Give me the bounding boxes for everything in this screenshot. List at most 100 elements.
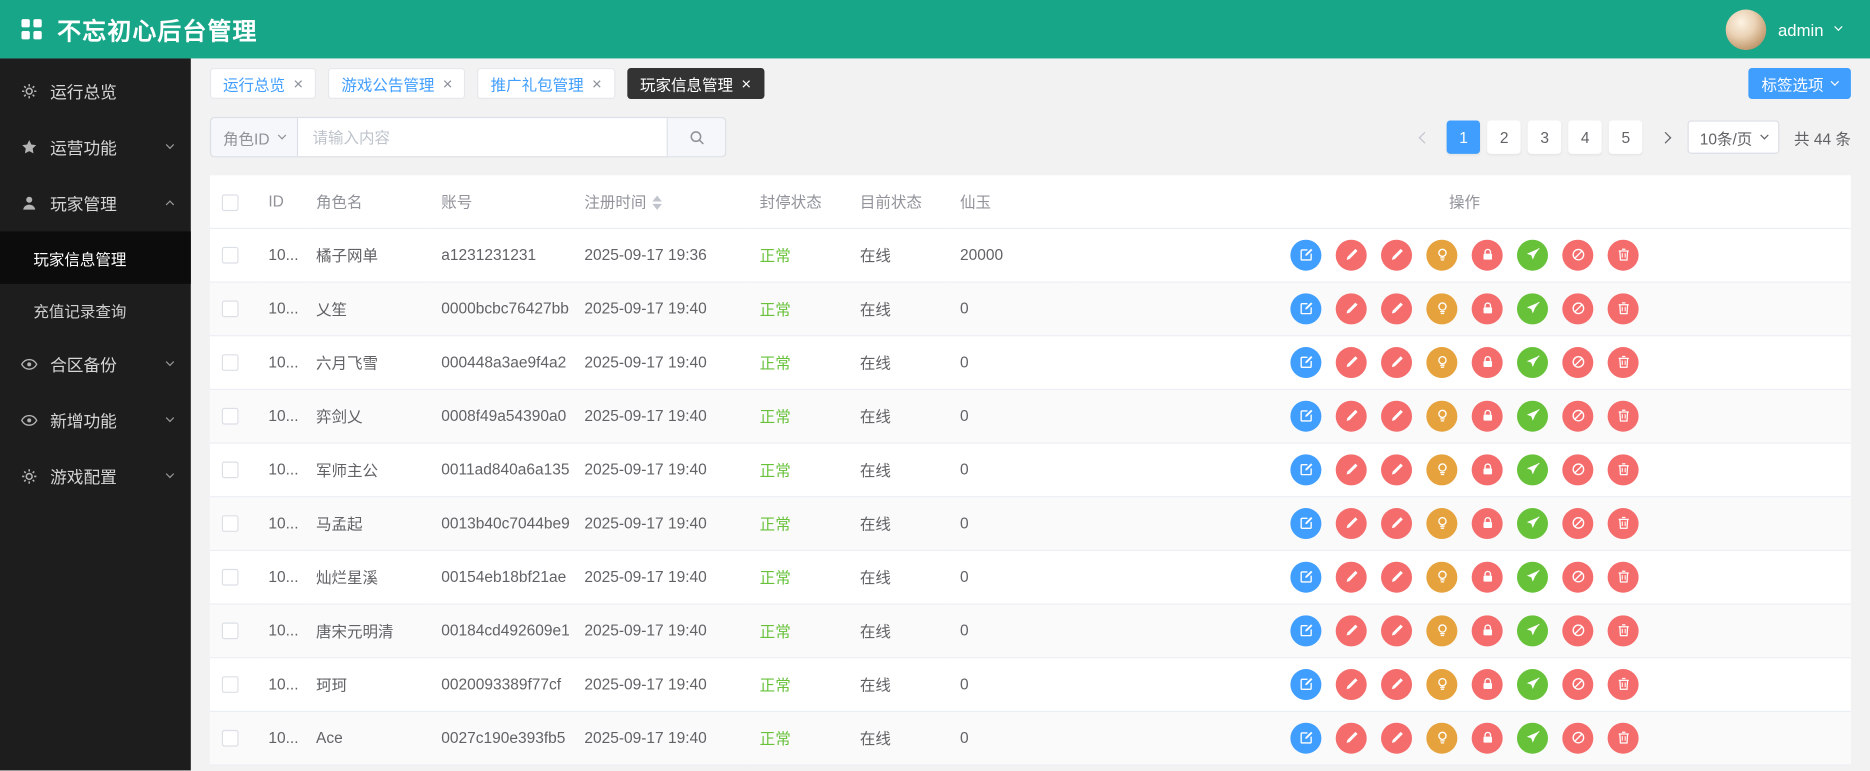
ban-button[interactable] (1562, 292, 1594, 324)
row-checkbox[interactable] (221, 461, 239, 479)
lock-button[interactable] (1471, 507, 1503, 539)
pen-button[interactable] (1381, 239, 1413, 271)
pen-button[interactable] (1381, 668, 1413, 700)
pen-button[interactable] (1335, 722, 1367, 754)
trash-button[interactable] (1607, 346, 1639, 378)
edit-button[interactable] (1290, 668, 1322, 700)
edit-button[interactable] (1290, 400, 1322, 432)
avatar[interactable] (1725, 8, 1767, 50)
bulb-button[interactable] (1426, 239, 1458, 271)
bulb-button[interactable] (1426, 507, 1458, 539)
bulb-button[interactable] (1426, 453, 1458, 485)
send-button[interactable] (1516, 292, 1548, 324)
tab[interactable]: 运行总览 × (209, 67, 317, 99)
ban-button[interactable] (1562, 507, 1594, 539)
pen-button[interactable] (1335, 292, 1367, 324)
row-checkbox[interactable] (221, 408, 239, 425)
lock-button[interactable] (1471, 722, 1503, 754)
send-button[interactable] (1516, 614, 1548, 646)
trash-button[interactable] (1607, 239, 1639, 271)
sidebar-item[interactable]: 玩家管理 (0, 175, 191, 231)
bulb-button[interactable] (1426, 722, 1458, 754)
sidebar-item[interactable]: 游戏配置 (0, 448, 191, 504)
send-button[interactable] (1516, 507, 1548, 539)
row-checkbox[interactable] (221, 622, 239, 640)
bulb-button[interactable] (1426, 561, 1458, 593)
row-checkbox[interactable] (221, 676, 239, 694)
row-checkbox[interactable] (221, 247, 239, 264)
tag-options-button[interactable]: 标签选项 (1748, 67, 1851, 99)
pen-button[interactable] (1381, 722, 1413, 754)
ban-button[interactable] (1562, 614, 1594, 646)
close-icon[interactable]: × (592, 75, 602, 92)
bulb-button[interactable] (1426, 346, 1458, 378)
page-button[interactable]: 4 (1568, 120, 1602, 154)
ban-button[interactable] (1562, 668, 1594, 700)
bulb-button[interactable] (1426, 292, 1458, 324)
bulb-button[interactable] (1426, 614, 1458, 646)
send-button[interactable] (1516, 400, 1548, 432)
edit-button[interactable] (1290, 722, 1322, 754)
pen-button[interactable] (1335, 346, 1367, 378)
row-checkbox[interactable] (221, 730, 239, 747)
trash-button[interactable] (1607, 400, 1639, 432)
send-button[interactable] (1516, 722, 1548, 754)
send-button[interactable] (1516, 239, 1548, 271)
edit-button[interactable] (1290, 453, 1322, 485)
edit-button[interactable] (1290, 507, 1322, 539)
ban-button[interactable] (1562, 239, 1594, 271)
edit-button[interactable] (1290, 614, 1322, 646)
close-icon[interactable]: × (741, 75, 751, 92)
tab[interactable]: 玩家信息管理 × (626, 67, 765, 99)
pen-button[interactable] (1335, 507, 1367, 539)
lock-button[interactable] (1471, 453, 1503, 485)
row-checkbox[interactable] (221, 354, 239, 372)
sidebar-subitem[interactable]: 充值记录查询 (0, 284, 191, 336)
bulb-button[interactable] (1426, 668, 1458, 700)
sidebar-subitem[interactable]: 玩家信息管理 (0, 231, 191, 284)
user-menu[interactable]: admin (1725, 8, 1843, 50)
search-field-select[interactable]: 角色ID (209, 116, 299, 158)
close-icon[interactable]: × (443, 75, 453, 92)
prev-page-button[interactable] (1411, 120, 1437, 153)
search-button[interactable] (667, 116, 727, 158)
ban-button[interactable] (1562, 453, 1594, 485)
ban-button[interactable] (1562, 346, 1594, 378)
pen-button[interactable] (1335, 453, 1367, 485)
pen-button[interactable] (1381, 292, 1413, 324)
send-button[interactable] (1516, 453, 1548, 485)
pen-button[interactable] (1335, 668, 1367, 700)
pen-button[interactable] (1381, 561, 1413, 593)
row-checkbox[interactable] (221, 300, 239, 318)
page-size-select[interactable]: 10条/页 (1687, 120, 1780, 154)
ban-button[interactable] (1562, 561, 1594, 593)
sidebar-item[interactable]: 合区备份 (0, 336, 191, 392)
page-button[interactable]: 1 (1446, 120, 1481, 154)
trash-button[interactable] (1607, 453, 1639, 485)
pen-button[interactable] (1335, 614, 1367, 646)
sidebar-item[interactable]: 新增功能 (0, 392, 191, 448)
ban-button[interactable] (1562, 722, 1594, 754)
ban-button[interactable] (1562, 400, 1594, 432)
pen-button[interactable] (1335, 239, 1367, 271)
lock-button[interactable] (1471, 561, 1503, 593)
lock-button[interactable] (1471, 668, 1503, 700)
pen-button[interactable] (1381, 614, 1413, 646)
sidebar-item[interactable]: 运行总览 (0, 63, 191, 119)
next-page-button[interactable] (1652, 120, 1678, 153)
trash-button[interactable] (1607, 668, 1639, 700)
send-button[interactable] (1516, 668, 1548, 700)
page-button[interactable]: 5 (1609, 120, 1643, 154)
pen-button[interactable] (1381, 346, 1413, 378)
edit-button[interactable] (1290, 239, 1322, 271)
pen-button[interactable] (1381, 453, 1413, 485)
select-all-checkbox[interactable] (221, 193, 239, 211)
sort-icon[interactable] (652, 195, 662, 210)
sidebar-item[interactable]: 运营功能 (0, 119, 191, 175)
pen-button[interactable] (1381, 507, 1413, 539)
bulb-button[interactable] (1426, 400, 1458, 432)
row-checkbox[interactable] (221, 515, 239, 533)
trash-button[interactable] (1607, 614, 1639, 646)
page-button[interactable]: 2 (1487, 120, 1521, 154)
pen-button[interactable] (1335, 561, 1367, 593)
